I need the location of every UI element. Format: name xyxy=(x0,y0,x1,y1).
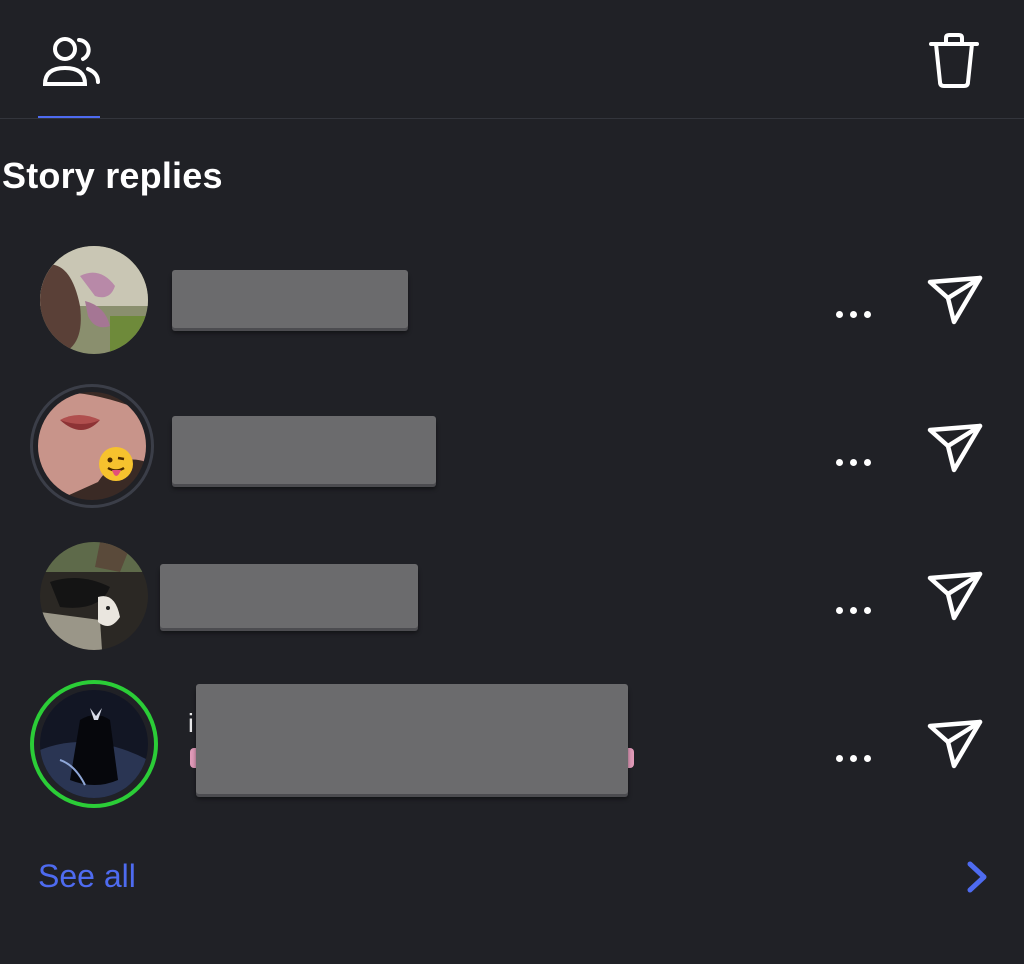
avatar[interactable] xyxy=(40,542,148,650)
more-options-button[interactable] xyxy=(836,590,878,620)
more-options-button[interactable] xyxy=(836,442,878,472)
dot xyxy=(864,755,871,762)
dot xyxy=(836,311,843,318)
dot xyxy=(864,459,871,466)
avatar-photo xyxy=(38,392,146,500)
paper-plane-icon xyxy=(927,719,983,769)
avatar-photo xyxy=(40,690,148,798)
list-item[interactable]: i xyxy=(0,670,1024,818)
dot xyxy=(850,755,857,762)
paper-plane-icon xyxy=(927,423,983,473)
dot xyxy=(850,607,857,614)
redaction-block xyxy=(172,270,408,328)
dot xyxy=(836,607,843,614)
send-button[interactable] xyxy=(924,422,984,481)
paper-plane-icon xyxy=(927,275,983,325)
see-all-chevron[interactable] xyxy=(962,860,992,899)
avatar[interactable] xyxy=(38,392,146,500)
tab-active-indicator xyxy=(38,116,100,118)
redaction-block xyxy=(160,564,418,628)
avatar-photo xyxy=(40,246,148,354)
dot xyxy=(864,607,871,614)
more-options-button[interactable] xyxy=(836,738,878,768)
top-bar xyxy=(0,0,1024,119)
people-icon xyxy=(42,37,100,86)
more-options-button[interactable] xyxy=(836,294,878,324)
dot xyxy=(850,459,857,466)
paper-plane-icon xyxy=(927,571,983,621)
dot xyxy=(836,459,843,466)
dot xyxy=(850,311,857,318)
dot xyxy=(836,755,843,762)
send-button[interactable] xyxy=(924,274,984,333)
avatar-photo xyxy=(40,542,148,650)
redaction-block xyxy=(196,684,628,794)
send-button[interactable] xyxy=(924,718,984,777)
username: i xyxy=(188,708,194,738)
dot xyxy=(864,311,871,318)
tab-people[interactable] xyxy=(38,28,100,118)
section-title: Story replies xyxy=(2,155,223,196)
redaction-block xyxy=(172,416,436,484)
list-item[interactable] xyxy=(0,522,1024,670)
avatar[interactable] xyxy=(40,690,148,798)
trash-icon xyxy=(929,33,979,88)
send-button[interactable] xyxy=(924,570,984,629)
chevron-right-icon xyxy=(967,861,987,893)
see-all-link[interactable]: See all xyxy=(38,858,136,895)
list-item[interactable] xyxy=(0,374,1024,522)
list-item[interactable] xyxy=(0,226,1024,374)
delete-button[interactable] xyxy=(924,30,984,95)
avatar[interactable] xyxy=(40,246,148,354)
